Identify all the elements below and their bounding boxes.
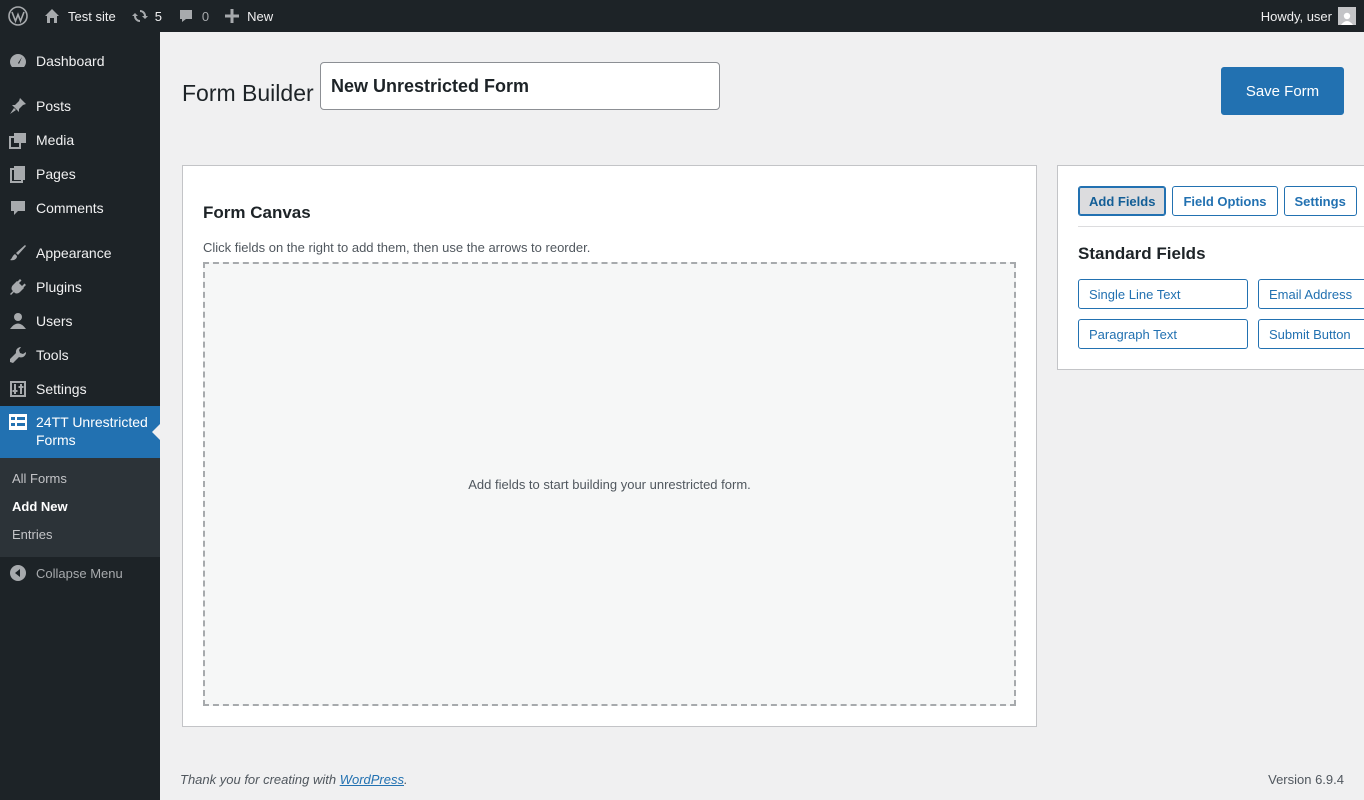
menu-label: Users xyxy=(36,313,73,329)
menu-item-tools[interactable]: Tools xyxy=(0,338,160,372)
submenu: All Forms Add New Entries xyxy=(0,458,160,557)
sliders-icon xyxy=(0,380,36,398)
dashboard-icon xyxy=(0,52,36,70)
collapse-menu-button[interactable]: Collapse Menu xyxy=(0,557,160,589)
wordpress-link[interactable]: WordPress xyxy=(340,772,404,787)
menu-label: Media xyxy=(36,132,75,148)
plus-icon xyxy=(225,9,240,23)
footer-thanks-prefix: Thank you for creating with xyxy=(180,772,340,787)
menu-label: Tools xyxy=(36,347,69,363)
menu-item-unrestricted-forms[interactable]: 24TT Unrestricted Forms xyxy=(0,406,160,458)
menu-label: Pages xyxy=(36,166,76,182)
menu-item-users[interactable]: Users xyxy=(0,304,160,338)
comments-count: 0 xyxy=(201,8,210,24)
tabs-divider xyxy=(1078,226,1364,227)
menu-label: Plugins xyxy=(36,279,82,295)
field-palette-panel: Add Fields Field Options Settings Standa… xyxy=(1057,165,1364,370)
menu-label: Comments xyxy=(36,200,104,216)
site-name: Test site xyxy=(68,8,116,24)
footer-suffix: . xyxy=(404,772,408,787)
canvas-hint: Click fields on the right to add them, t… xyxy=(203,240,591,255)
canvas-dropzone[interactable]: Add fields to start building your unrest… xyxy=(203,262,1016,706)
menu-item-settings[interactable]: Settings xyxy=(0,372,160,406)
form-canvas-panel: Form Canvas Click fields on the right to… xyxy=(182,165,1037,727)
menu-label: Appearance xyxy=(36,245,112,261)
plug-icon xyxy=(0,278,36,296)
menu-item-posts[interactable]: Posts xyxy=(0,89,160,123)
menu-item-comments[interactable]: Comments xyxy=(0,191,160,225)
submenu-item-add-new[interactable]: Add New xyxy=(0,493,160,521)
menu-item-plugins[interactable]: Plugins xyxy=(0,270,160,304)
brush-icon xyxy=(0,244,36,262)
new-content-link[interactable]: New xyxy=(217,0,281,32)
canvas-empty-message: Add fields to start building your unrest… xyxy=(468,476,751,492)
collapse-icon xyxy=(0,565,36,581)
page-title: Form Builder xyxy=(182,80,314,106)
tab-add-fields[interactable]: Add Fields xyxy=(1078,186,1167,216)
menu-item-dashboard[interactable]: Dashboard xyxy=(0,44,160,78)
add-submit-button-button[interactable]: Submit Button xyxy=(1258,319,1364,349)
admin-menu: Dashboard Posts Media Pages Comments App… xyxy=(0,32,160,800)
menu-label: Posts xyxy=(36,98,72,114)
footer-thanks: Thank you for creating with WordPress. xyxy=(180,772,408,787)
add-paragraph-text-button[interactable]: Paragraph Text xyxy=(1078,319,1248,349)
menu-item-media[interactable]: Media xyxy=(0,123,160,157)
new-label: New xyxy=(247,8,274,24)
tab-settings[interactable]: Settings xyxy=(1283,186,1357,216)
collapse-label: Collapse Menu xyxy=(36,565,123,581)
menu-label: 24TT Unrestricted Forms xyxy=(36,413,148,449)
site-name-link[interactable]: Test site xyxy=(36,0,124,32)
updates-link[interactable]: 5 xyxy=(124,0,170,32)
menu-item-pages[interactable]: Pages xyxy=(0,157,160,191)
comment-icon xyxy=(0,199,36,217)
pages-icon xyxy=(0,165,36,183)
comment-icon xyxy=(178,8,194,24)
avatar xyxy=(1338,7,1356,25)
save-form-button[interactable]: Save Form xyxy=(1221,67,1344,115)
menu-label: Dashboard xyxy=(36,53,105,69)
canvas-heading: Form Canvas xyxy=(203,203,311,222)
media-icon xyxy=(0,131,36,149)
footer-version: Version 6.9.4 xyxy=(1268,772,1344,787)
user-icon xyxy=(0,312,36,330)
main-content: Form Builder Save Form Form Canvas Click… xyxy=(160,32,1364,800)
palette-tabs: Add Fields Field Options Settings xyxy=(1078,186,1357,216)
add-single-line-text-button[interactable]: Single Line Text xyxy=(1078,279,1248,309)
updates-icon xyxy=(131,8,148,24)
home-icon xyxy=(44,8,60,24)
wrench-icon xyxy=(0,346,36,364)
tab-field-options[interactable]: Field Options xyxy=(1172,186,1278,216)
menu-label-line2: Forms xyxy=(36,432,76,448)
add-email-address-button[interactable]: Email Address xyxy=(1258,279,1364,309)
wordpress-logo-icon[interactable] xyxy=(0,0,36,32)
menu-label-line1: 24TT Unrestricted xyxy=(36,414,148,430)
menu-item-appearance[interactable]: Appearance xyxy=(0,236,160,270)
comments-link[interactable]: 0 xyxy=(170,0,217,32)
section-heading: Standard Fields xyxy=(1078,244,1206,263)
submenu-item-entries[interactable]: Entries xyxy=(0,521,160,549)
form-icon xyxy=(0,413,36,430)
admin-bar: Test site 5 0 New Howdy, user xyxy=(0,0,1364,32)
submenu-item-all-forms[interactable]: All Forms xyxy=(0,465,160,493)
menu-label: Settings xyxy=(36,381,87,397)
pin-icon xyxy=(0,97,36,115)
updates-count: 5 xyxy=(154,8,162,24)
howdy-text: Howdy, user xyxy=(1260,8,1332,24)
my-account-link[interactable]: Howdy, user xyxy=(1253,0,1364,32)
form-name-input[interactable] xyxy=(320,62,720,110)
